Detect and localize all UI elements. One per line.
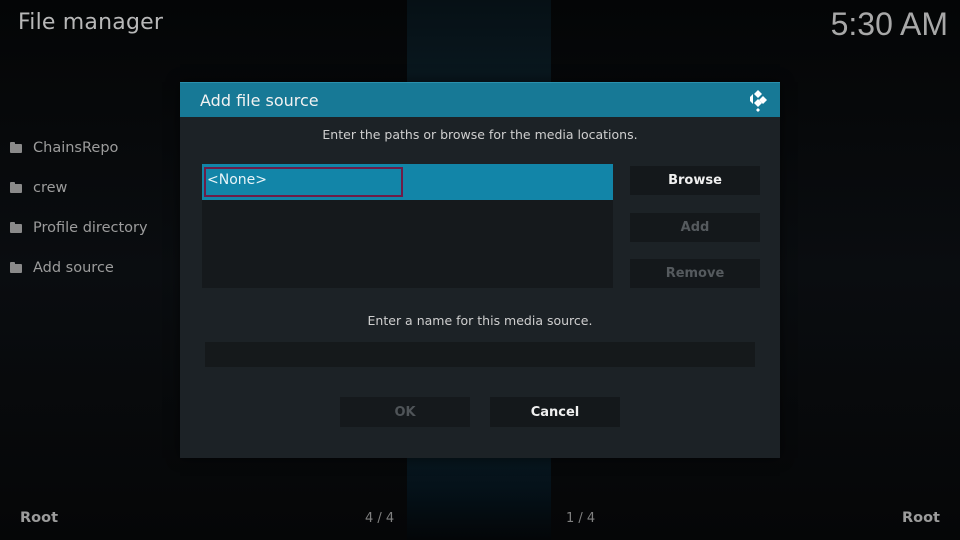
remove-button[interactable]: Remove	[630, 259, 760, 288]
source-item-profile-directory[interactable]: Profile directory	[10, 208, 148, 248]
cancel-button[interactable]: Cancel	[490, 397, 620, 427]
source-item-label: Add source	[33, 260, 114, 276]
folder-icon	[10, 261, 22, 273]
paths-list[interactable]: <None>	[202, 164, 613, 288]
source-item-crew[interactable]: crew	[10, 168, 148, 208]
paths-instruction: Enter the paths or browse for the media …	[322, 127, 638, 142]
source-list: ChainsRepo crew Profile directory Add so…	[10, 128, 148, 288]
left-pane-path: Root	[20, 510, 59, 526]
ok-button[interactable]: OK	[340, 397, 470, 427]
path-item-value: <None>	[207, 172, 267, 188]
right-pane-count: 1 / 4	[566, 511, 596, 526]
source-item-add-source[interactable]: Add source	[10, 248, 148, 288]
folder-icon	[10, 141, 22, 153]
name-instruction: Enter a name for this media source.	[367, 313, 593, 328]
folder-icon	[10, 221, 22, 233]
dialog-title: Add file source	[200, 90, 319, 110]
source-item-label: ChainsRepo	[33, 140, 119, 156]
dialog-header: Add file source	[180, 82, 780, 117]
right-pane-path: Root	[901, 510, 940, 526]
clock: 5:30 AM	[830, 6, 948, 42]
left-pane-count: 4 / 4	[365, 511, 395, 526]
source-item-chainsrepo[interactable]: ChainsRepo	[10, 128, 148, 168]
browse-button[interactable]: Browse	[630, 166, 760, 195]
add-file-source-dialog: Add file source Enter the paths or brows…	[180, 82, 780, 458]
path-list-item[interactable]: <None>	[202, 164, 613, 200]
source-item-label: Profile directory	[33, 220, 148, 236]
window-title: File manager	[18, 10, 164, 35]
folder-icon	[10, 181, 22, 193]
kodi-logo-icon	[750, 90, 767, 112]
source-item-label: crew	[33, 180, 68, 196]
add-button[interactable]: Add	[630, 213, 760, 242]
media-source-name-input[interactable]	[205, 342, 755, 367]
